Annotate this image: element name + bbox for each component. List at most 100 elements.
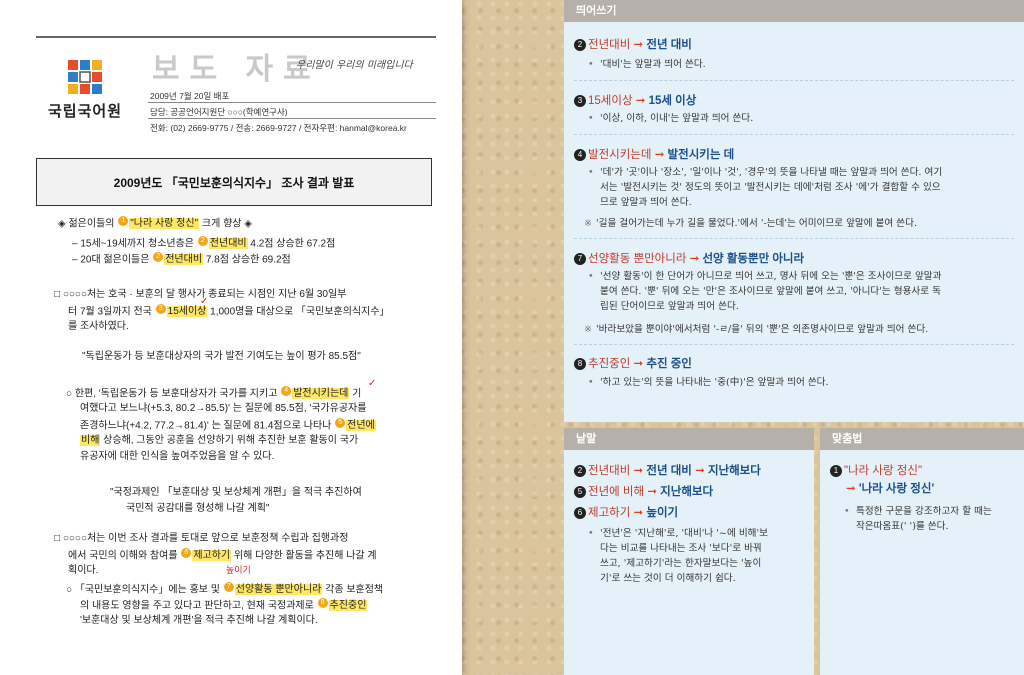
article-line: – 20대 젊은이들은 2 전년대비 7.8점 상승한 69.2점: [72, 252, 291, 267]
highlighted-phrase: 제고하기: [192, 550, 232, 562]
article-line: – 15세~19세까지 청소년층은 2 전년대비 4.2점 상승한 67.2점: [72, 236, 335, 251]
orthography-entry-correction: ➞ '나라 사랑 정신': [846, 483, 935, 495]
annotation-number-icon: 6: [181, 548, 192, 558]
vocabulary-entry-title: 6 제고하기 ➞ 높이기: [574, 504, 678, 520]
annotation-number-icon: 2: [153, 252, 164, 262]
highlighted-phrase: 15세이상: [166, 306, 208, 318]
highlighted-phrase: 전년대비: [208, 238, 248, 250]
line-text: 4.2점 상승한 67.2점: [247, 238, 336, 250]
article-line: '보훈대상 및 보상체계 개편'을 적극 추진해 나갈 계획이다.: [80, 614, 318, 628]
line-text: 존경하느냐(+4.2, 77.2→81.4)' 는 질문에 81.4점으로 나타…: [80, 420, 335, 432]
spacing-entry-desc: • '이상, 이하, 이내'는 앞말과 띄어 쓴다.: [588, 113, 754, 124]
article-line: "국정과제인 「보훈대상 및 보상체계 개편」을 적극 추진하여: [110, 486, 362, 500]
highlighted-phrase: "나라 사랑 정신": [129, 218, 200, 230]
highlighted-phrase: 비해: [80, 435, 101, 446]
spacing-panel: 띄어쓰기 2 전년대비 ➞ 전년 대비 • '대비'는 앞말과 띄어 쓴다. 3 15…: [564, 0, 1024, 422]
entry-number-icon: 8: [574, 358, 586, 370]
orthography-panel: 맞춤법 1 "나라 사랑 정신" ➞ '나라 사랑 정신' • 특정한 구문을 강조…: [820, 428, 1024, 675]
line-text: 크게 향상 ◈: [199, 218, 252, 230]
line-text: 획이다.: [68, 565, 99, 576]
entry-number-icon: 2: [574, 39, 586, 51]
vocabulary-desc: • '전년'은 '지난해'로, '대비'나 '~에 비해'보 다는 비교를 나타내는…: [588, 528, 768, 584]
entry-number-icon: 3: [574, 95, 586, 107]
spacing-panel-header: 띄어쓰기: [564, 0, 1024, 22]
spacing-entry-desc: • '하고 있는'의 뜻을 나타내는 '중(中)'은 앞말과 띄어 쓴다.: [588, 377, 829, 388]
highlighted-phrase: 전년에: [346, 420, 376, 432]
article-line: 에서 국민의 이해와 참여를 6 제고하기 위해 다양한 활동을 추진해 나갈 계: [68, 548, 377, 563]
dashed-divider: [574, 238, 1014, 239]
entry-number-icon: 1: [830, 465, 842, 477]
vocabulary-entry-title: 5 전년에 비해 ➞ 지난해보다: [574, 483, 713, 499]
press-release-page: 국립국어원 보도 자료 우리말이 우리의 미래입니다 2009년 7월 20일 …: [0, 0, 462, 675]
entry-number-icon: 2: [574, 465, 586, 477]
line-text: '보훈대상 및 보상체계 개편'을 적극 추진해 나갈 계획이다.: [80, 615, 318, 626]
article-line: ○ 한편, '독립운동가 등 보훈대상자가 국가를 지키고 4 발전시키는데 기: [66, 386, 361, 401]
line-text: 에서 국민의 이해와 참여를: [68, 550, 181, 562]
spacing-entry-desc: • '데'가 '곳'이나 '장소', '일'이나 '것', '경우'의 뜻을 나타…: [588, 167, 943, 208]
article-title-box: 2009년도 「국민보훈의식지수」 조사 결과 발표: [36, 158, 432, 206]
org-name: 국립국어원: [48, 103, 123, 120]
article-line: 여했다고 보느냐(+5.3, 80.2→85.5)' 는 질문에 85.5점, …: [80, 402, 366, 416]
entry-number-icon: 4: [574, 149, 586, 161]
article-line: 비해 상승해, 그동안 공훈을 선양하기 위해 추진한 보훈 활동이 국가: [80, 434, 358, 448]
article-title: 2009년도 「국민보훈의식지수」 조사 결과 발표: [113, 175, 355, 190]
article-line: 를 조사하였다.: [68, 320, 129, 334]
spacing-entry-desc: • '선양 활동'이 한 단어가 아니므로 띄어 쓰고, 명사 뒤에 오는 '뿐'…: [588, 271, 942, 312]
orthography-desc: • 특정한 구문을 강조하고자 할 때는 작은따옴표(' ')를 쓴다.: [844, 506, 992, 532]
spacing-entry-title: 4 발전시키는데 ➞ 발전시키는 데: [574, 146, 734, 162]
article-line: "독립운동가 등 보훈대상자의 국가 발전 기여도는 높이 평가 85.5점": [82, 350, 361, 364]
annotation-number-icon: 5: [335, 418, 346, 428]
correction-mark: ✓: [200, 296, 209, 307]
line-text: 여했다고 보느냐(+5.3, 80.2→85.5)' 는 질문에 85.5점, …: [80, 403, 367, 414]
vocabulary-panel: 낱말 2 전년대비 ➞ 전년 대비 ➞ 지난해보다 5 전년에 비해 ➞ 지난해보다…: [564, 428, 814, 675]
entry-number-icon: 7: [574, 253, 586, 265]
line-text: 1,000명을 대상으로 「국민보훈의식지수」: [207, 306, 390, 318]
article-line: 터 7월 3일까지 전국 3 15세이상 1,000명을 대상으로 「국민보훈의식…: [68, 304, 390, 319]
orthography-panel-header: 맞춤법: [820, 428, 1024, 450]
article-line: 국민적 공감대를 형성해 나갈 계획": [126, 502, 269, 516]
line-text: 상승해, 그동안 공훈을 선양하기 위해 추진한 보훈 활동이 국가: [100, 435, 359, 446]
article-line: ◈ 젊은이들의 1 "나라 사랑 정신" 크게 향상 ◈: [58, 216, 252, 231]
entry-number-icon: 6: [574, 507, 586, 519]
line-text: ○ 한편, '독립운동가 등 보훈대상자가 국가를 지키고: [66, 388, 281, 400]
line-text: 7.8점 상승한 69.2점: [203, 254, 291, 266]
highlighted-phrase: 전년대비: [164, 254, 204, 266]
spacing-entry-desc: • '대비'는 앞말과 띄어 쓴다.: [588, 59, 706, 70]
line-text: – 20대 젊은이들은: [72, 254, 153, 266]
line-text: 각종 보훈정책: [322, 584, 384, 596]
annotation-number-icon: 4: [281, 386, 292, 396]
line-text: □ ○○○○처는 이번 조사 결과를 토대로 앞으로 보훈정책 수립과 집행과정: [54, 533, 349, 544]
line-text: 기: [349, 388, 362, 400]
vocabulary-panel-header: 낱말: [564, 428, 814, 450]
dashed-divider: [574, 134, 1014, 135]
dashed-divider: [574, 344, 1014, 345]
line-text: – 15세~19세까지 청소년층은: [72, 238, 197, 250]
article-line: 유공자에 대한 인식을 높여주었음을 알 수 있다.: [80, 450, 274, 464]
spacing-entry-title: 3 15세이상 ➞ 15세 이상: [574, 92, 696, 108]
annotation-number-icon: 2: [197, 236, 208, 246]
article-line: 의 내용도 영향을 주고 있다고 판단하고, 현재 국정과제로 8 추진중인: [80, 598, 368, 613]
highlighted-phrase: 발전시키는데: [292, 388, 350, 400]
article-line: 존경하느냐(+4.2, 77.2→81.4)' 는 질문에 81.4점으로 나타…: [80, 418, 376, 433]
spacing-entry-note: ※ '길을 걸어가는데 누가 길을 물었다.'에서 '-는데'는 어미이므로 앞말…: [584, 218, 917, 229]
entry-number-icon: 5: [574, 486, 586, 498]
spacing-entry-title: 8 추진중인 ➞ 추진 중인: [574, 355, 692, 371]
meta-divider: [148, 102, 436, 103]
highlighted-phrase: 선양활동 뿐만아니라: [234, 584, 323, 596]
spacing-entry-title: 2 전년대비 ➞ 전년 대비: [574, 36, 692, 52]
dashed-divider: [574, 80, 1014, 81]
highlighted-phrase: 추진중인: [328, 600, 368, 612]
meta-divider: [148, 118, 436, 119]
line-text: 위해 다양한 활동을 추진해 나갈 계: [231, 550, 377, 562]
line-text: ◈ 젊은이들의: [58, 218, 118, 230]
annotation-number-icon: 1: [118, 216, 129, 226]
slogan: 우리말이 우리의 미래입니다: [296, 60, 413, 71]
correction-mark: ✓: [368, 378, 377, 389]
annotation-number-icon: 3: [155, 304, 166, 314]
line-text: 유공자에 대한 인식을 높여주었음을 알 수 있다.: [80, 451, 275, 462]
spacing-entry-title: 7 선양활동 뿐만아니라 ➞ 선양 활동뿐만 아니라: [574, 250, 804, 266]
header-rule: [36, 36, 436, 38]
contact-info: 전화: (02) 2669-9775 / 전송: 2669-9727 / 전자우…: [150, 123, 407, 133]
article-line: □ ○○○○처는 이번 조사 결과를 토대로 앞으로 보훈정책 수립과 집행과정: [54, 532, 348, 546]
line-text: ○ 「국민보훈의식지수」에는 홍보 및: [66, 584, 223, 596]
